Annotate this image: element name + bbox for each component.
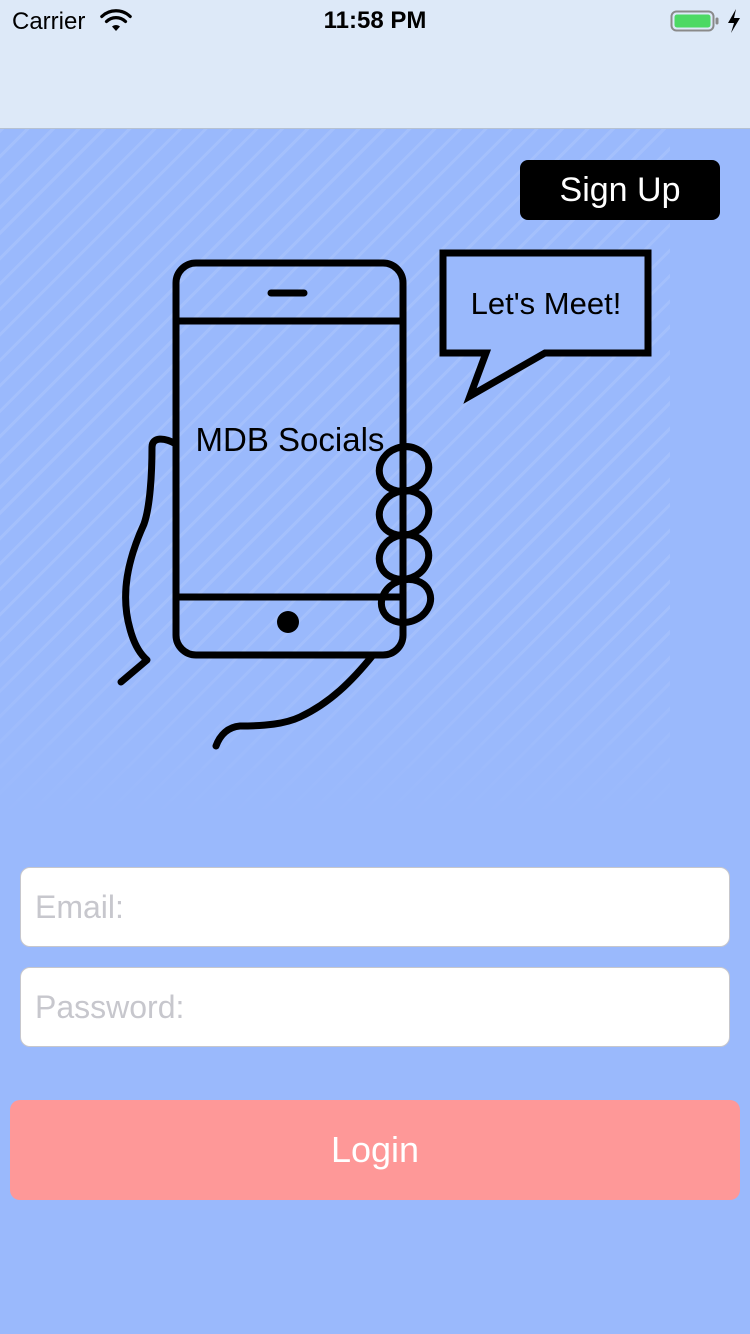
password-field[interactable] bbox=[20, 967, 730, 1047]
login-button[interactable]: Login bbox=[10, 1100, 740, 1200]
email-input[interactable] bbox=[21, 868, 729, 946]
status-time: 11:58 PM bbox=[323, 7, 427, 34]
charging-bolt-icon bbox=[728, 9, 740, 33]
battery-icon bbox=[670, 10, 719, 32]
status-bar: Carrier 11:58 PM bbox=[0, 0, 750, 40]
email-field[interactable] bbox=[20, 867, 730, 947]
navigation-bar bbox=[0, 40, 750, 129]
speech-bubble-icon bbox=[439, 249, 652, 404]
password-input[interactable] bbox=[21, 968, 729, 1046]
login-screen: Sign Up MDB Socials Let's Meet! Login bbox=[0, 129, 750, 1334]
speech-bubble-text: Let's Meet! bbox=[470, 286, 622, 321]
